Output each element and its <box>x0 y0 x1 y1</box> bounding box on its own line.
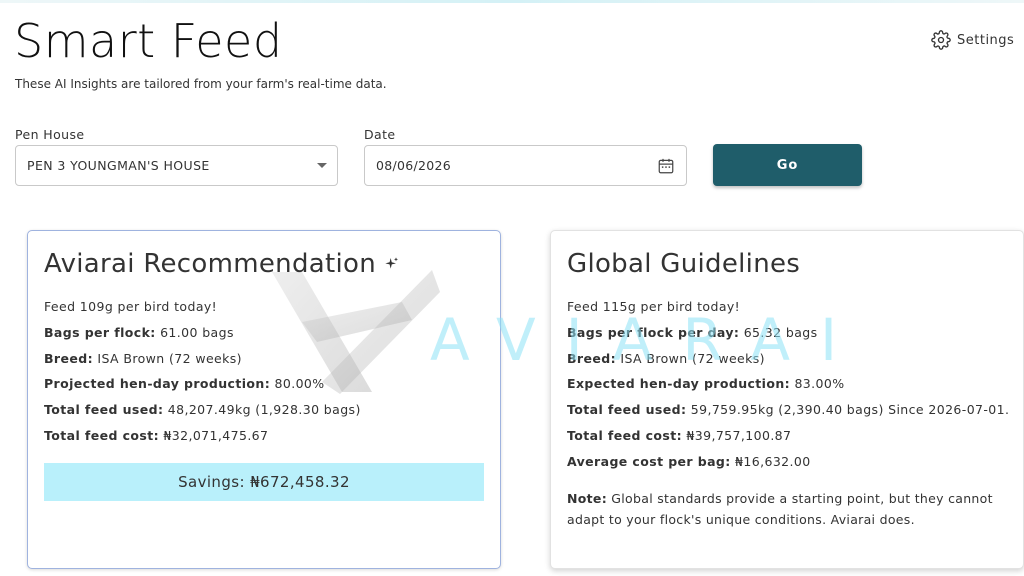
avg-cost-label: Average cost per bag: <box>567 454 731 469</box>
date-value: 08/06/2026 <box>376 158 452 173</box>
chevron-down-icon <box>317 163 327 168</box>
feed-cost-label: Total feed cost: <box>567 428 683 443</box>
settings-label: Settings <box>957 32 1015 48</box>
feed-used-label: Total feed used: <box>567 402 687 417</box>
note-text: Global standards provide a starting poin… <box>567 491 993 527</box>
settings-button[interactable]: Settings <box>931 30 1014 50</box>
breed-label: Breed: <box>44 351 93 366</box>
pen-house-select[interactable]: PEN 3 YOUNGMAN'S HOUSE <box>15 145 338 186</box>
recommendation-feed-line: Feed 109g per bird today! <box>44 299 218 314</box>
guidelines-breed: Breed: ISA Brown (72 weeks) <box>567 351 765 366</box>
date-field[interactable]: 08/06/2026 <box>364 145 687 186</box>
recommendation-feed-cost: Total feed cost: ₦32,071,475.67 <box>44 428 268 443</box>
guidelines-note: Note: Global standards provide a startin… <box>567 488 1012 530</box>
guidelines-feed-cost: Total feed cost: ₦39,757,100.87 <box>567 428 791 443</box>
bags-label: Bags per flock per day: <box>567 325 740 340</box>
pen-house-value: PEN 3 YOUNGMAN'S HOUSE <box>27 158 210 173</box>
date-label: Date <box>364 127 396 142</box>
feed-cost-label: Total feed cost: <box>44 428 160 443</box>
bags-value: 61.00 bags <box>160 325 234 340</box>
avg-cost-value: ₦16,632.00 <box>735 454 811 469</box>
page-title: Smart Feed <box>14 14 283 68</box>
savings-banner: Savings: ₦672,458.32 <box>44 463 484 501</box>
guidelines-title-row: Global Guidelines <box>567 249 800 279</box>
guidelines-title: Global Guidelines <box>567 249 801 279</box>
production-label: Expected hen-day production: <box>567 376 791 391</box>
breed-label: Breed: <box>567 351 616 366</box>
go-button[interactable]: Go <box>713 144 862 186</box>
bags-value: 65.32 bags <box>743 325 818 340</box>
guidelines-production: Expected hen-day production: 83.00% <box>567 376 845 391</box>
guidelines-bags: Bags per flock per day: 65.32 bags <box>567 325 818 340</box>
calendar-icon[interactable] <box>657 157 675 175</box>
recommendation-feed-used: Total feed used: 48,207.49kg (1,928.30 b… <box>44 402 361 417</box>
recommendation-breed: Breed: ISA Brown (72 weeks) <box>44 351 242 366</box>
pen-house-label: Pen House <box>15 127 85 142</box>
recommendation-bags: Bags per flock: 61.00 bags <box>44 325 234 340</box>
note-label: Note: <box>567 491 608 506</box>
gear-icon <box>931 30 951 50</box>
recommendation-title: Aviarai Recommendation <box>44 249 376 279</box>
feed-used-value: 48,207.49kg (1,928.30 bags) <box>167 402 361 417</box>
production-label: Projected hen-day production: <box>44 376 271 391</box>
guidelines-feed-line: Feed 115g per bird today! <box>567 299 741 314</box>
page-subtitle: These AI Insights are tailored from your… <box>15 77 387 91</box>
feed-used-value: 59,759.95kg (2,390.40 bags) Since 2026-0… <box>690 402 1010 417</box>
feed-cost-value: ₦32,071,475.67 <box>163 428 269 443</box>
recommendation-title-row: Aviarai Recommendation <box>44 249 400 279</box>
global-guidelines-card: Global Guidelines Feed 115g per bird tod… <box>550 230 1024 569</box>
top-accent-line <box>0 0 1024 3</box>
feed-used-label: Total feed used: <box>44 402 164 417</box>
bags-label: Bags per flock: <box>44 325 156 340</box>
production-value: 80.00% <box>274 376 325 391</box>
recommendation-production: Projected hen-day production: 80.00% <box>44 376 325 391</box>
production-value: 83.00% <box>794 376 845 391</box>
breed-value: ISA Brown (72 weeks) <box>97 351 242 366</box>
sparkle-icon <box>385 257 398 269</box>
aviarai-recommendation-card: Aviarai Recommendation Feed 109g per bir… <box>27 230 501 569</box>
feed-cost-value: ₦39,757,100.87 <box>686 428 792 443</box>
guidelines-feed-used: Total feed used: 59,759.95kg (2,390.40 b… <box>567 402 1009 417</box>
guidelines-avg-cost: Average cost per bag: ₦16,632.00 <box>567 454 811 469</box>
breed-value: ISA Brown (72 weeks) <box>620 351 765 366</box>
